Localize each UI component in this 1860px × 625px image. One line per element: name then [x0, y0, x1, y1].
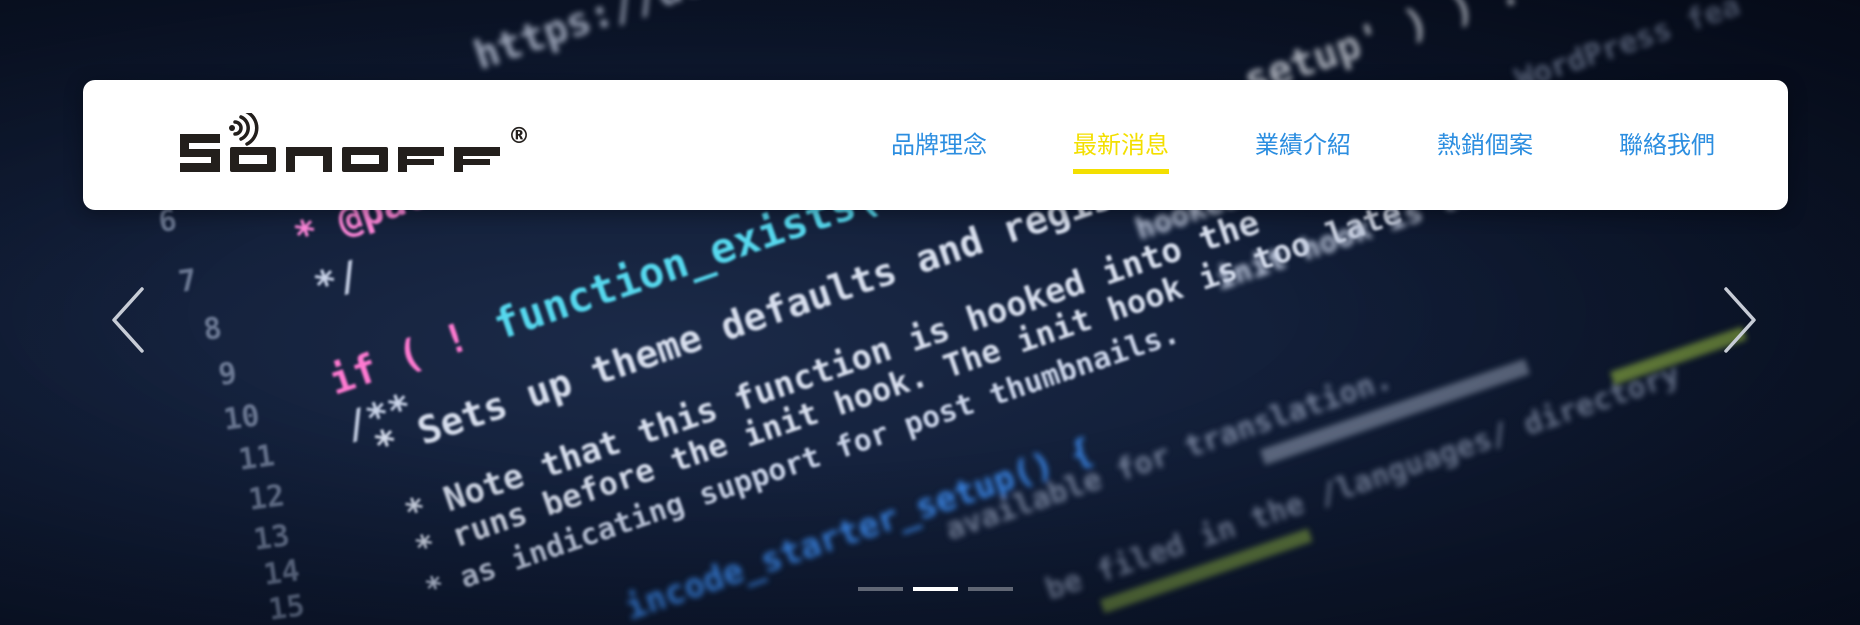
nav-item-performance[interactable]: 業績介紹 — [1255, 124, 1351, 166]
code-line: */ — [309, 252, 367, 309]
code-line-number: 13 — [251, 518, 292, 558]
sonoff-logo[interactable]: ® — [180, 110, 530, 177]
site-header: ® 品牌理念 最新消息 業績介紹 熱銷個案 聯絡我們 — [83, 80, 1788, 210]
code-line-number: 9 — [216, 356, 239, 393]
code-line-number: 12 — [246, 478, 287, 518]
code-line: https://devel — [468, 0, 779, 79]
sonoff-logo-image: ® — [180, 110, 530, 172]
chevron-left-icon — [112, 287, 144, 353]
carousel-indicators — [858, 587, 1013, 591]
code-line-number: 7 — [176, 263, 199, 300]
code-line-number: 8 — [201, 311, 224, 348]
code-line-number: 14 — [261, 553, 302, 593]
nav-item-brand-philosophy[interactable]: 品牌理念 — [891, 124, 987, 166]
main-nav: 品牌理念 最新消息 業績介紹 熱銷個案 聯絡我們 — [891, 80, 1715, 210]
nav-item-contact-us[interactable]: 聯絡我們 — [1619, 124, 1715, 166]
nav-item-hot-cases[interactable]: 熱銷個案 — [1437, 124, 1533, 166]
registered-mark: ® — [508, 124, 530, 149]
code-line-number: 10 — [221, 398, 262, 438]
code-line-number: 15 — [266, 588, 307, 625]
carousel-prev-button[interactable] — [108, 285, 148, 355]
carousel-next-button[interactable] — [1720, 285, 1760, 355]
carousel-indicator-2[interactable] — [913, 587, 958, 591]
carousel-indicator-3[interactable] — [968, 587, 1013, 591]
code-line-number: 11 — [236, 438, 277, 478]
chevron-right-icon — [1724, 287, 1756, 353]
nav-item-latest-news[interactable]: 最新消息 — [1073, 124, 1169, 174]
carousel-indicator-1[interactable] — [858, 587, 903, 591]
